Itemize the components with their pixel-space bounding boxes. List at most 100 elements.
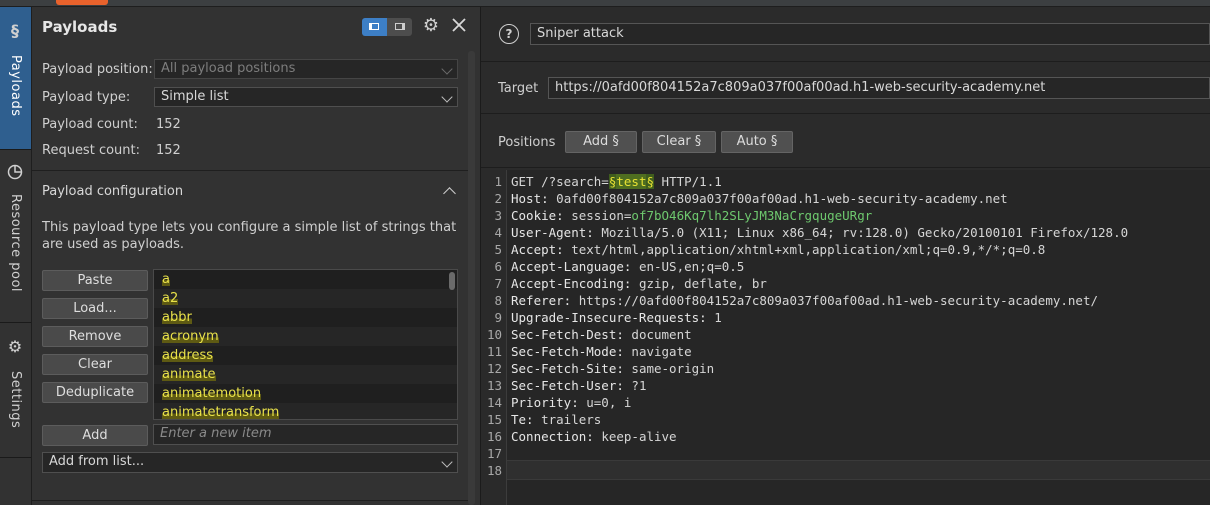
layout-stack-icon[interactable] xyxy=(387,18,412,36)
header-name: Te: xyxy=(511,412,534,427)
header-value: session= xyxy=(563,208,632,223)
list-item[interactable]: a2 xyxy=(154,289,457,308)
list-item-text: animatemotion xyxy=(162,386,262,401)
header-value: ?1 xyxy=(623,378,647,393)
header-name: User-Agent: xyxy=(511,225,594,240)
line-number: 15 xyxy=(486,412,502,427)
request-count-label: Request count: xyxy=(42,143,140,158)
line-number: 3 xyxy=(494,208,502,223)
cookie-value: of7bO46Kq7lh2SLyJM3NaCrgqugeURgr xyxy=(631,208,873,223)
layout-split-icon[interactable] xyxy=(362,18,387,36)
line-number: 17 xyxy=(486,446,502,461)
payload-count-value: 152 xyxy=(156,117,181,132)
load-button[interactable]: Load... xyxy=(42,298,148,319)
list-item[interactable]: acronym xyxy=(154,327,457,346)
tab-payloads[interactable]: § Payloads xyxy=(0,7,31,150)
list-item-text: a xyxy=(162,272,170,287)
list-item-text: animate xyxy=(162,367,216,382)
header-line: Connection: keep-alive xyxy=(511,429,677,444)
header-line: Upgrade-Insecure-Requests: 1 xyxy=(511,310,722,325)
header-line: User-Agent: Mozilla/5.0 (X11; Linux x86_… xyxy=(511,225,1128,240)
active-tab-marker xyxy=(56,0,108,5)
list-item[interactable]: animatetransform xyxy=(154,403,457,419)
paste-button[interactable]: Paste xyxy=(42,270,148,291)
divider xyxy=(32,500,468,501)
line-number: 11 xyxy=(486,344,502,359)
list-item[interactable]: a xyxy=(154,270,457,289)
gear-icon[interactable]: ⚙ xyxy=(421,15,441,36)
header-line: Sec-Fetch-Site: same-origin xyxy=(511,361,714,376)
header-value: Mozilla/5.0 (X11; Linux x86_64; rv:128.0… xyxy=(593,225,1129,240)
header-name: Upgrade-Insecure-Requests: xyxy=(511,310,707,325)
deduplicate-button[interactable]: Deduplicate xyxy=(42,382,148,403)
header-name: Sec-Fetch-Site: xyxy=(511,361,624,376)
list-item[interactable]: abbr xyxy=(154,308,457,327)
gear-icon: ⚙ xyxy=(7,337,23,356)
divider xyxy=(481,61,1210,62)
line-number: 10 xyxy=(486,327,502,342)
header-value: en-US,en;q=0.5 xyxy=(631,259,745,274)
clear-button[interactable]: Clear xyxy=(42,354,148,375)
list-scrollbar[interactable] xyxy=(449,272,455,290)
list-item[interactable]: address xyxy=(154,346,457,365)
chevron-down-icon xyxy=(441,63,453,75)
header-line: Accept-Encoding: gzip, deflate, br xyxy=(511,276,767,291)
list-item[interactable]: animatemotion xyxy=(154,384,457,403)
header-name: Sec-Fetch-User: xyxy=(511,378,624,393)
header-name: Host: xyxy=(511,191,549,206)
config-description: This payload type lets you configure a s… xyxy=(42,220,457,252)
auto-marker-button[interactable]: Auto § xyxy=(721,131,793,153)
line-number: 5 xyxy=(494,242,502,257)
add-from-list-select[interactable]: Add from list... xyxy=(42,452,458,473)
request-count-value: 152 xyxy=(156,143,181,158)
line-number: 2 xyxy=(494,191,502,206)
line-number: 9 xyxy=(494,310,502,325)
divider xyxy=(32,170,468,171)
line-number: 4 xyxy=(494,225,502,240)
help-icon[interactable]: ? xyxy=(499,24,519,44)
header-name: Priority: xyxy=(511,395,579,410)
remove-button[interactable]: Remove xyxy=(42,326,148,347)
tab-settings[interactable]: ⚙ Settings xyxy=(0,323,31,458)
list-item[interactable]: animate xyxy=(154,365,457,384)
panel-scrollbar[interactable] xyxy=(468,51,475,505)
line-number: 12 xyxy=(486,361,502,376)
header-name: Sec-Fetch-Mode: xyxy=(511,344,624,359)
payload-list[interactable]: a a2 abbr acronym address animate animat… xyxy=(153,269,458,420)
add-from-list-value: Add from list... xyxy=(49,454,145,469)
chevron-up-icon[interactable] xyxy=(443,187,456,200)
target-url-field[interactable]: https://0afd00f804152a7c809a037f00af00ad… xyxy=(548,77,1210,99)
header-value: navigate xyxy=(623,344,692,359)
header-line: Priority: u=0, i xyxy=(511,395,631,410)
payload-position-label: Payload position: xyxy=(42,62,153,77)
line-number: 13 xyxy=(486,378,502,393)
new-item-input[interactable]: Enter a new item xyxy=(153,424,458,445)
request-editor[interactable]: 1 2 3 4 5 6 7 8 9 10 11 12 13 14 15 16 1… xyxy=(481,170,1210,505)
payload-count-label: Payload count: xyxy=(42,117,138,132)
close-icon[interactable] xyxy=(449,16,469,34)
clear-marker-button[interactable]: Clear § xyxy=(642,131,716,153)
tab-resource-pool[interactable]: Resource pool xyxy=(0,150,31,323)
header-line: Te: trailers xyxy=(511,412,601,427)
payload-marker-close: § xyxy=(646,174,655,189)
request-line-text: GET /?search= xyxy=(511,174,609,189)
add-marker-button[interactable]: Add § xyxy=(565,131,637,153)
header-value: keep-alive xyxy=(593,429,677,444)
attack-type-select[interactable]: Sniper attack xyxy=(530,23,1210,45)
header-name: Accept-Language: xyxy=(511,259,632,274)
header-name: Accept-Encoding: xyxy=(511,276,632,291)
tab-payloads-label: Payloads xyxy=(8,55,23,117)
line-number: 6 xyxy=(494,259,502,274)
divider xyxy=(481,167,1210,168)
list-item-text: a2 xyxy=(162,291,179,306)
payload-type-label: Payload type: xyxy=(42,90,131,105)
payload-type-select[interactable]: Simple list xyxy=(154,87,458,107)
list-item-text: abbr xyxy=(162,310,192,325)
layout-toggle[interactable] xyxy=(362,18,412,36)
payload-position-select: All payload positions xyxy=(154,59,458,79)
line-number: 7 xyxy=(494,276,502,291)
add-button[interactable]: Add xyxy=(42,425,148,446)
side-tab-strip: § Payloads Resource pool ⚙ Settings xyxy=(0,7,32,505)
chevron-down-icon xyxy=(441,91,453,103)
line-number: 14 xyxy=(486,395,502,410)
